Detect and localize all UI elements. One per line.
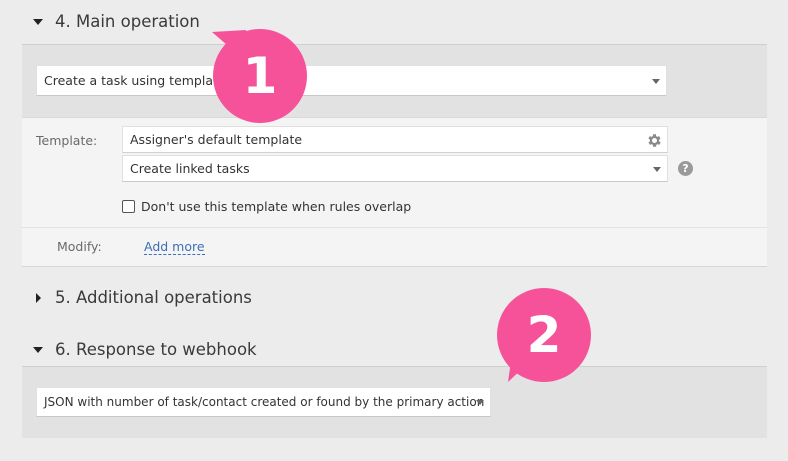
main-operation-select[interactable]: Create a task using template <box>36 65 667 96</box>
divider <box>22 266 767 267</box>
template-field[interactable]: Assigner's default template <box>122 126 668 153</box>
callout-badge-1: 1 <box>213 29 307 123</box>
expand-triangle-icon <box>33 346 43 353</box>
response-format-select-value: JSON with number of task/contact created… <box>44 395 485 409</box>
section-additional-operations-header[interactable]: 5. Additional operations <box>22 288 252 307</box>
main-operation-select-value: Create a task using template <box>44 73 226 88</box>
linked-tasks-select[interactable]: Create linked tasks <box>122 155 668 182</box>
modify-label: Modify: <box>57 239 102 254</box>
collapsed-triangle-icon <box>36 292 41 303</box>
template-label: Template: <box>36 133 98 148</box>
section-main-operation-header[interactable]: 4. Main operation <box>22 12 200 31</box>
chevron-down-icon <box>652 78 660 84</box>
expand-triangle-icon <box>33 18 43 25</box>
section-title: 6. Response to webhook <box>55 340 257 359</box>
overlap-checkbox[interactable] <box>122 200 135 213</box>
add-more-link[interactable]: Add more <box>144 240 205 255</box>
gear-icon[interactable] <box>646 132 663 149</box>
section-title: 4. Main operation <box>55 12 200 31</box>
section-response-webhook-header[interactable]: 6. Response to webhook <box>22 340 257 359</box>
template-field-value: Assigner's default template <box>130 132 303 147</box>
divider <box>22 227 767 228</box>
chevron-down-icon <box>653 166 661 172</box>
response-format-select[interactable]: JSON with number of task/contact created… <box>36 387 491 417</box>
overlap-checkbox-label[interactable]: Don't use this template when rules overl… <box>141 199 411 214</box>
callout-badge-2: 2 <box>497 288 591 382</box>
section-title: 5. Additional operations <box>55 288 252 307</box>
help-icon[interactable]: ? <box>678 161 693 176</box>
linked-tasks-select-value: Create linked tasks <box>130 161 250 176</box>
chevron-down-icon <box>476 400 484 405</box>
